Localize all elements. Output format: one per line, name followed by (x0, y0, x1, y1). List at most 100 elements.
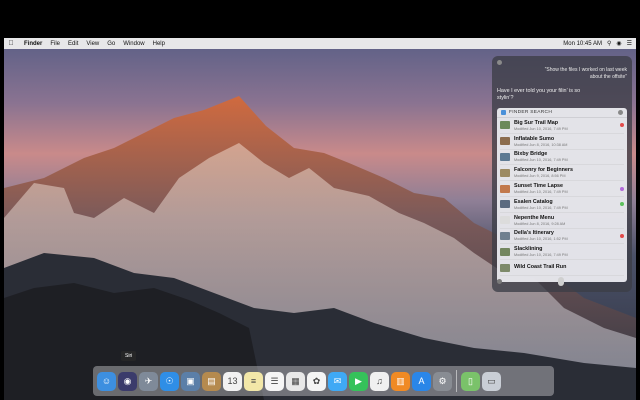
result-file-name: Bixby Bridge (514, 151, 548, 158)
result-text: Sunset Time Lapse Modified Jun 10, 2016, … (514, 183, 617, 194)
file-thumbnail-icon (500, 200, 510, 209)
calendar-icon[interactable]: 13 (223, 371, 242, 391)
result-text: Wild Coast Trail Run (514, 264, 624, 271)
search-result-row[interactable]: Sunset Time Lapse Modified Jun 10, 2016, … (500, 181, 624, 197)
siri-user-query: “Show the files I worked on last week ab… (544, 67, 627, 80)
menu-bar:  Finder File Edit View Go Window Help M… (4, 38, 636, 49)
result-file-name: Della's Itinerary (514, 230, 554, 237)
trash-icon[interactable]: ▭ (482, 371, 501, 391)
system-preferences-icon[interactable]: ⚙ (433, 371, 452, 391)
file-thumbnail-icon (500, 216, 510, 225)
result-text: Inflatable Sumo Modified Jun 8, 2016, 10:… (514, 136, 624, 147)
dock: ☺ ◉ ✈ ☉ ▣ ▤ 13 ≡ ☰ ▦ ✿ ✉ ▶ ♫ ▥ A ⚙ ▯ ▭ (93, 366, 554, 396)
desktop-screen:  Finder File Edit View Go Window Help M… (4, 38, 636, 400)
messages-icon[interactable]: ✉ (328, 371, 347, 391)
notification-center-icon[interactable]: ☰ (627, 40, 632, 47)
search-result-row[interactable]: Big Sur Trail Map Modified Jun 10, 2016, … (500, 118, 624, 134)
notes-icon[interactable]: ≡ (244, 371, 263, 391)
color-tag-icon (620, 202, 624, 207)
finder-icon (501, 110, 506, 115)
color-tag-icon (620, 123, 624, 128)
result-modified-date: Modified Jun 10, 2016, 7:49 PM (514, 253, 568, 258)
search-result-row[interactable]: Wild Coast Trail Run (500, 260, 624, 276)
siri-reply: Have I ever told you your filin’ is so s… (497, 88, 581, 101)
reminders-icon[interactable]: ☰ (265, 371, 284, 391)
result-modified-date: Modified Jun 8, 2016, 10:38 AM (514, 142, 568, 147)
result-text: Big Sur Trail Map Modified Jun 10, 2016, … (514, 120, 617, 131)
close-icon[interactable] (497, 60, 502, 65)
file-thumbnail-icon (500, 152, 510, 161)
menu-edit[interactable]: Edit (68, 41, 78, 47)
color-tag-icon (620, 233, 624, 238)
menu-file[interactable]: File (50, 41, 60, 47)
file-thumbnail-icon (500, 247, 510, 256)
photos-icon[interactable]: ✿ (307, 371, 326, 391)
siri-icon[interactable]: ◉ (118, 371, 137, 391)
result-modified-date: Modified Jun 10, 2016, 7:49 PM (514, 126, 568, 131)
result-modified-date: Modified Jun 8, 2016, 9:28 AM (514, 221, 566, 226)
result-text: Nepenthe Menu Modified Jun 8, 2016, 9:28 … (514, 215, 624, 226)
photo-browser-icon[interactable]: ▣ (181, 371, 200, 391)
siri-options-icon[interactable] (497, 279, 502, 284)
spotlight-icon[interactable]: ⚲ (607, 40, 611, 47)
app-store-icon[interactable]: A (412, 371, 431, 391)
result-text: Della's Itinerary Modified Jun 10, 2016, … (514, 230, 617, 241)
iphone-icon[interactable]: ▯ (461, 371, 480, 391)
siri-menubar-icon[interactable]: ◉ (616, 40, 621, 47)
file-thumbnail-icon (500, 121, 510, 130)
menu-go[interactable]: Go (107, 41, 115, 47)
menu-view[interactable]: View (86, 41, 99, 47)
result-file-name: Esalen Catalog (514, 198, 553, 205)
menu-app-finder[interactable]: Finder (24, 41, 42, 47)
search-result-row[interactable]: Bixby Bridge Modified Jun 10, 2016, 7:49 … (500, 150, 624, 166)
file-thumbnail-icon (500, 263, 510, 272)
safari-icon[interactable]: ☉ (160, 371, 179, 391)
color-tag-icon (620, 186, 624, 191)
file-thumbnail-icon (500, 231, 510, 240)
itunes-icon[interactable]: ♫ (370, 371, 389, 391)
finder-search-title: FINDER SEARCH (509, 110, 553, 115)
search-results-list: Big Sur Trail Map Modified Jun 10, 2016, … (497, 118, 627, 276)
result-modified-date: Modified Jun 10, 2016, 7:49 PM (514, 205, 568, 210)
result-file-name: Inflatable Sumo (514, 135, 555, 142)
microphone-icon[interactable] (558, 277, 564, 286)
search-result-row[interactable]: Della's Itinerary Modified Jun 10, 2016, … (500, 229, 624, 245)
finder-icon[interactable]: ☺ (97, 371, 116, 391)
result-text: Falconry for Beginners Modified Jun 9, 20… (514, 167, 624, 178)
search-result-row[interactable]: Inflatable Sumo Modified Jun 8, 2016, 10:… (500, 134, 624, 150)
notes-contacts-icon[interactable]: ▤ (202, 371, 221, 391)
result-file-name: Slacklining (514, 246, 543, 253)
finder-search-card[interactable]: FINDER SEARCH Big Sur Trail Map Modified … (497, 108, 627, 282)
result-modified-date: Modified Jun 10, 2016, 7:49 PM (514, 158, 568, 163)
preview-icon[interactable]: ▦ (286, 371, 305, 391)
result-text: Bixby Bridge Modified Jun 10, 2016, 7:49 … (514, 151, 624, 162)
launchpad-icon[interactable]: ✈ (139, 371, 158, 391)
menu-help[interactable]: Help (153, 41, 165, 47)
result-text: Esalen Catalog Modified Jun 10, 2016, 7:4… (514, 199, 617, 210)
facetime-icon[interactable]: ▶ (349, 371, 368, 391)
result-modified-date: Modified Jun 10, 2016, 7:49 PM (514, 190, 568, 195)
result-file-name: Nepenthe Menu (514, 214, 555, 221)
apple-menu-icon[interactable]:  (6, 40, 16, 47)
search-result-row[interactable]: Esalen Catalog Modified Jun 10, 2016, 7:4… (500, 197, 624, 213)
result-text: Slacklining Modified Jun 10, 2016, 7:49 P… (514, 246, 624, 257)
result-file-name: Sunset Time Lapse (514, 183, 564, 190)
card-close-icon[interactable] (618, 110, 623, 115)
finder-search-header: FINDER SEARCH (497, 108, 627, 118)
dock-tooltip: Siri (121, 351, 137, 361)
ibooks-icon[interactable]: ▥ (391, 371, 410, 391)
file-thumbnail-icon (500, 137, 510, 146)
siri-panel: “Show the files I worked on last week ab… (492, 56, 632, 292)
menu-window[interactable]: Window (123, 41, 144, 47)
letterbox-top (0, 0, 640, 38)
file-thumbnail-icon (500, 168, 510, 177)
menu-extras: Mon 10:45 AM ⚲ ◉ ☰ (563, 40, 632, 48)
result-modified-date: Modified Jun 10, 2016, 1:52 PM (514, 237, 568, 242)
search-result-row[interactable]: Nepenthe Menu Modified Jun 8, 2016, 9:28 … (500, 213, 624, 229)
search-result-row[interactable]: Slacklining Modified Jun 10, 2016, 7:49 P… (500, 244, 624, 261)
dock-separator (456, 370, 457, 392)
result-modified-date: Modified Jun 9, 2016, 8:56 PM (514, 174, 566, 179)
result-file-name: Falconry for Beginners (514, 167, 574, 174)
search-result-row[interactable]: Falconry for Beginners Modified Jun 9, 20… (500, 165, 624, 182)
menubar-clock[interactable]: Mon 10:45 AM (563, 41, 602, 47)
